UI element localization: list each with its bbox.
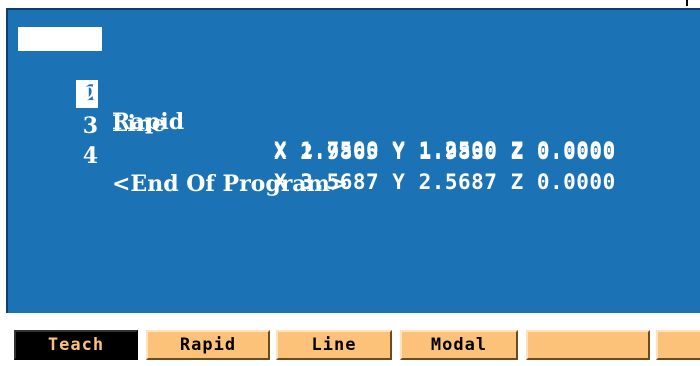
modal-softkey[interactable]: Modal [400, 330, 518, 360]
blank-softkey-5[interactable] [526, 330, 650, 360]
rapid-softkey[interactable]: Rapid [146, 330, 270, 360]
top-strip [0, 0, 700, 6]
program-line[interactable]: 1 Rapid X 1.7500 Y 1.2500 Z 0.0000 [8, 24, 615, 162]
line-number: 4 [82, 143, 98, 169]
line-coordinates: X 2.9865 Y 1.9830 Z 0.0000 [274, 140, 616, 164]
line-command: <End Of Program> [112, 171, 349, 197]
top-tick-mark [686, 0, 688, 6]
program-line[interactable]: 2 Line X 2.9865 Y 1.9830 Z 0.0000 [8, 54, 616, 164]
line-command: Line [112, 111, 166, 137]
cnc-teach-screen: 1 Rapid X 1.7500 Y 1.2500 Z 0.0000 2 Lin… [0, 0, 700, 366]
teach-softkey[interactable]: Teach [14, 330, 138, 360]
softkey-bar: Teach Rapid Line Modal [0, 320, 700, 366]
line-number: 2 [82, 83, 98, 109]
program-line[interactable]: 3 X 3.5687 Y 2.5687 Z 0.0000 [8, 84, 616, 194]
line-number: 3 [82, 113, 98, 139]
line-softkey[interactable]: Line [276, 330, 392, 360]
blank-softkey-6[interactable] [656, 330, 700, 360]
program-listing-panel: 1 Rapid X 1.7500 Y 1.2500 Z 0.0000 2 Lin… [6, 8, 700, 313]
line-cursor [18, 27, 102, 51]
program-line[interactable]: 4 <End Of Program> [8, 114, 349, 197]
